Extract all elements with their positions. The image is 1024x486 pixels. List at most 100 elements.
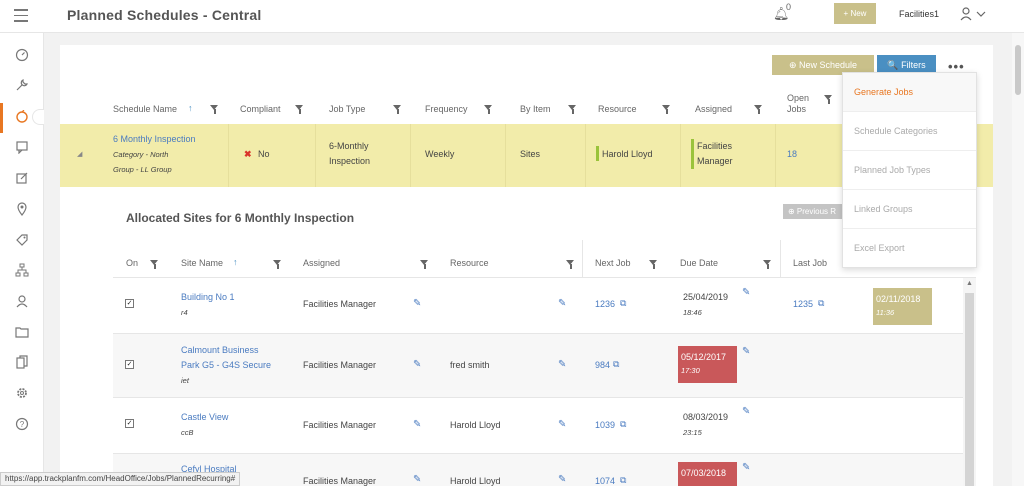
header-due-date[interactable]: Due Date (680, 258, 718, 268)
sort-up-icon[interactable]: ↑ (188, 103, 193, 113)
due-date-overdue-badge: 07/03/2018 (678, 462, 737, 486)
edit-icon[interactable] (15, 171, 29, 185)
header-frequency[interactable]: Frequency (425, 104, 468, 114)
allocated-sites-title: Allocated Sites for 6 Monthly Inspection (126, 211, 355, 225)
wrench-icon[interactable] (15, 78, 29, 92)
open-job-icon[interactable]: ⧉ (620, 475, 626, 486)
open-job-icon[interactable]: ⧉ (620, 419, 626, 430)
pencil-icon[interactable]: ✎ (742, 462, 750, 473)
header-site-name[interactable]: Site Name (181, 258, 223, 268)
pencil-icon[interactable]: ✎ (413, 298, 421, 309)
filter-icon[interactable] (273, 260, 282, 269)
menu-item-linked-groups[interactable]: Linked Groups (843, 190, 976, 229)
job-type-line1: 6-Monthly (329, 141, 369, 151)
pencil-icon[interactable]: ✎ (413, 359, 421, 370)
open-job-icon[interactable]: ⧉ (620, 298, 626, 309)
filter-icon[interactable] (763, 260, 772, 269)
pencil-icon[interactable]: ✎ (558, 474, 566, 485)
site-name-link[interactable]: Building No 1 (181, 290, 235, 305)
row-checkbox[interactable]: ✓ (125, 360, 134, 369)
compliant-value: No (258, 149, 270, 159)
filter-icon[interactable] (420, 260, 429, 269)
header-resource[interactable]: Resource (598, 104, 637, 114)
site-name-link[interactable]: Castle View (181, 410, 228, 425)
menu-item-generate-jobs[interactable]: Generate Jobs (843, 73, 976, 112)
column-divider (585, 124, 586, 187)
header-compliant[interactable]: Compliant (240, 104, 281, 114)
row-checkbox[interactable]: ✓ (125, 299, 134, 308)
filter-icon[interactable] (150, 260, 159, 269)
pencil-icon[interactable]: ✎ (558, 298, 566, 309)
pencil-icon[interactable]: ✎ (742, 346, 750, 357)
planned-schedules-icon[interactable] (15, 109, 29, 124)
filter-icon[interactable] (824, 95, 833, 104)
user-menu-icon[interactable] (960, 7, 986, 24)
next-job-link[interactable]: 1236 (595, 297, 615, 312)
open-job-icon[interactable]: ⧉ (818, 298, 824, 309)
header-assigned[interactable]: Assigned (303, 258, 340, 268)
header-next-job[interactable]: Next Job (595, 258, 631, 268)
site-code: iet (181, 376, 189, 385)
pencil-icon[interactable]: ✎ (558, 419, 566, 430)
filter-icon[interactable] (649, 260, 658, 269)
filter-icon[interactable] (662, 105, 671, 114)
header-on[interactable]: On (126, 258, 138, 268)
schedule-group: Group - LL Group (113, 165, 172, 174)
site-name-link-line2[interactable]: Park G5 - G4S Secure (181, 358, 271, 373)
pencil-icon[interactable]: ✎ (742, 406, 750, 417)
location-pin-icon[interactable] (15, 202, 29, 216)
last-job-link[interactable]: 1235 (793, 297, 813, 312)
filter-icon[interactable] (566, 260, 575, 269)
dashboard-icon[interactable] (15, 48, 29, 62)
filter-icon[interactable] (484, 105, 493, 114)
documents-icon[interactable] (15, 355, 29, 369)
header-open[interactable]: Open (787, 93, 809, 103)
row-checkbox[interactable]: ✓ (125, 419, 134, 428)
chat-icon[interactable] (15, 140, 29, 155)
pencil-icon[interactable]: ✎ (413, 419, 421, 430)
sort-up-icon[interactable]: ↑ (233, 257, 238, 267)
expand-caret-icon[interactable]: ◢ (77, 147, 82, 162)
help-icon[interactable]: ? (15, 417, 29, 431)
pencil-icon[interactable]: ✎ (742, 287, 750, 298)
filter-icon[interactable] (754, 105, 763, 114)
header-by-item[interactable]: By Item (520, 104, 551, 114)
pencil-icon[interactable]: ✎ (558, 359, 566, 370)
page-scrollbar-thumb[interactable] (1015, 45, 1021, 95)
next-job-link[interactable]: 1039 (595, 418, 615, 433)
gear-icon[interactable] (15, 386, 29, 400)
header-jobs[interactable]: Jobs (787, 104, 806, 114)
sitemap-icon[interactable] (15, 263, 29, 277)
filter-icon[interactable] (210, 105, 219, 114)
top-bar: Planned Schedules - Central 🔔︎ 0 + New F… (0, 0, 1024, 33)
open-job-icon[interactable]: ⧉ (613, 359, 619, 370)
hamburger-menu-icon[interactable] (14, 9, 28, 22)
header-job-type[interactable]: Job Type (329, 104, 365, 114)
menu-item-schedule-categories[interactable]: Schedule Categories (843, 112, 976, 151)
header-assigned[interactable]: Assigned (695, 104, 732, 114)
new-button[interactable]: + New (834, 3, 876, 24)
header-resource[interactable]: Resource (450, 258, 489, 268)
page-scrollbar[interactable] (1012, 33, 1024, 486)
menu-item-planned-job-types[interactable]: Planned Job Types (843, 151, 976, 190)
open-jobs-link[interactable]: 18 (787, 147, 797, 162)
next-job-link[interactable]: 1074 (595, 474, 615, 486)
tag-icon[interactable] (15, 233, 29, 247)
schedule-name-link[interactable]: 6 Monthly Inspection (113, 132, 196, 147)
scroll-up-arrow-icon[interactable]: ▲ (966, 280, 973, 287)
filter-icon[interactable] (568, 105, 577, 114)
filter-icon[interactable] (393, 105, 402, 114)
header-last-job[interactable]: Last Job (793, 258, 827, 268)
user-name[interactable]: Facilities1 (899, 9, 939, 19)
site-name-link[interactable]: Calmount Business (181, 343, 259, 358)
contacts-icon[interactable] (15, 294, 29, 308)
column-divider (582, 240, 583, 277)
next-job-link[interactable]: 984 (595, 358, 610, 373)
menu-item-excel-export[interactable]: Excel Export (843, 229, 976, 268)
inner-scrollbar-thumb[interactable] (965, 293, 974, 486)
filter-icon[interactable] (295, 105, 304, 114)
pencil-icon[interactable]: ✎ (413, 474, 421, 485)
previous-button[interactable]: ⊕ Previous R (783, 204, 843, 219)
folder-icon[interactable] (15, 325, 29, 339)
header-schedule-name[interactable]: Schedule Name (113, 104, 177, 114)
